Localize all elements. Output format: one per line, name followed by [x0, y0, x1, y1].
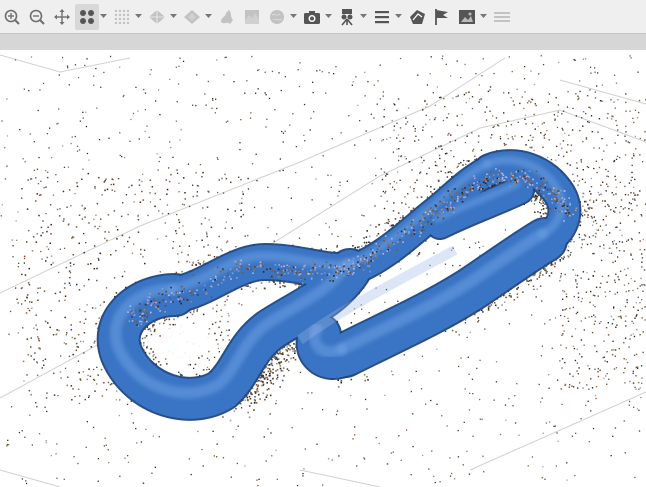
tiled-model-icon	[221, 9, 233, 24]
image-icon	[459, 9, 475, 24]
zoom-in-button[interactable]	[0, 4, 24, 30]
tube-model	[96, 149, 582, 421]
move-button[interactable]	[50, 4, 74, 30]
textured-mesh-icon	[184, 9, 200, 24]
points-button[interactable]	[75, 3, 99, 30]
zoom-out-icon	[29, 9, 45, 25]
shaded-globe-button	[265, 4, 289, 30]
image-button[interactable]	[455, 4, 479, 30]
dropdown-arrow-icon[interactable]	[135, 4, 142, 30]
dropdown-arrow-icon[interactable]	[205, 4, 212, 30]
dropdown-arrow-icon[interactable]	[395, 4, 402, 30]
dropdown-arrow-icon[interactable]	[360, 4, 367, 30]
region-icon	[410, 9, 425, 24]
dropdown-arrow-icon[interactable]	[480, 4, 487, 30]
flag-icon	[435, 8, 448, 25]
dropdown-arrow-icon[interactable]	[325, 4, 332, 30]
shaded-globe-icon	[270, 9, 284, 24]
move-icon	[54, 8, 70, 25]
mesh-icon	[149, 9, 165, 24]
points-icon	[80, 9, 94, 24]
dropdown-arrow-icon[interactable]	[170, 4, 177, 30]
layers-icon	[494, 11, 510, 22]
flag-button[interactable]	[430, 4, 454, 30]
camera-icon	[304, 10, 320, 24]
dropdown-arrow-icon[interactable]	[290, 4, 297, 30]
point-cloud-scene[interactable]	[0, 50, 646, 487]
zoom-in-icon	[4, 9, 20, 25]
dropdown-arrow-icon[interactable]	[100, 4, 107, 30]
3d-viewport[interactable]	[0, 50, 646, 487]
menu-icon	[375, 10, 389, 23]
zoom-out-button[interactable]	[25, 4, 49, 30]
textured-mesh-button	[180, 4, 204, 30]
mesh-button	[145, 4, 169, 30]
projector-icon	[341, 8, 353, 26]
layers-button	[490, 4, 514, 30]
camera-button[interactable]	[300, 4, 324, 30]
status-bar	[0, 33, 646, 50]
dem-button	[240, 4, 264, 30]
dem-icon	[245, 9, 259, 24]
menu-button[interactable]	[370, 4, 394, 30]
region-button[interactable]	[405, 4, 429, 30]
toolbar	[0, 0, 646, 33]
dense-points-button	[110, 4, 134, 30]
projector-button[interactable]	[335, 4, 359, 30]
tiled-model-button	[215, 4, 239, 30]
dense-points-icon	[114, 9, 130, 24]
